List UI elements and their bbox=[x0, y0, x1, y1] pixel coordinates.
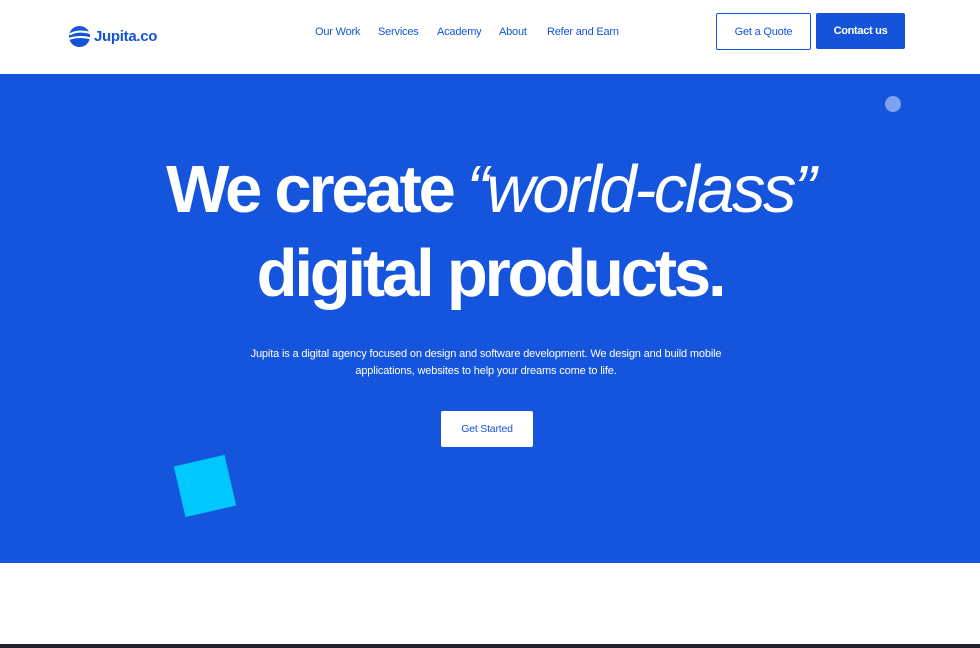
brand-logo-link[interactable]: Jupita.co bbox=[68, 24, 157, 48]
site-header: Jupita.co Our Work Services Academy Abou… bbox=[0, 0, 980, 74]
hero-title-part-1: We create bbox=[166, 152, 456, 227]
get-started-button[interactable]: Get Started bbox=[441, 411, 533, 447]
decorative-dot bbox=[885, 96, 901, 112]
decorative-square bbox=[173, 454, 237, 518]
nav-item-about[interactable]: About bbox=[499, 25, 527, 39]
dark-section-edge bbox=[0, 644, 980, 648]
hero-description: Jupita is a digital agency focused on de… bbox=[250, 348, 722, 377]
hero-section: We create “world-class” digital products.… bbox=[0, 74, 980, 563]
jupita-planet-logo-icon bbox=[68, 25, 91, 47]
nav-item-academy[interactable]: Academy bbox=[437, 25, 482, 39]
hero-title-line-1: We create “world-class” bbox=[0, 148, 980, 232]
hero-title: We create “world-class” digital products. bbox=[0, 148, 980, 316]
hero-title-line-2: digital products. bbox=[256, 236, 727, 311]
nav-item-our-work[interactable]: Our Work bbox=[315, 25, 360, 39]
contact-us-button[interactable]: Contact us bbox=[816, 13, 905, 49]
get-a-quote-button[interactable]: Get a Quote bbox=[716, 13, 811, 50]
nav-item-services[interactable]: Services bbox=[378, 25, 419, 39]
page: Jupita.co Our Work Services Academy Abou… bbox=[0, 0, 980, 648]
brand-name: Jupita.co bbox=[94, 27, 158, 45]
hero-title-italic: “world-class” bbox=[466, 152, 817, 227]
nav-item-refer-and-earn[interactable]: Refer and Earn bbox=[547, 25, 619, 39]
